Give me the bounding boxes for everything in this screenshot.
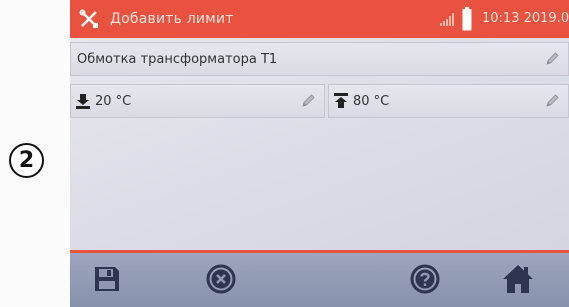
signal-icon — [440, 11, 456, 30]
bottom-toolbar — [70, 250, 569, 307]
step-number: 2 — [18, 148, 35, 173]
edit-pencil-icon[interactable] — [544, 51, 560, 71]
cancel-button[interactable] — [202, 262, 240, 300]
device-screen: Добавить лимит 10:13 2019.02.10 Обмотка … — [70, 0, 569, 307]
tools-icon — [78, 8, 100, 30]
step-number-badge: 2 — [9, 143, 44, 178]
help-icon — [410, 264, 440, 298]
edit-pencil-icon[interactable] — [544, 93, 560, 113]
lower-limit-icon — [75, 93, 91, 109]
lower-limit-field[interactable]: 20 °C — [70, 84, 325, 118]
title-bar: Добавить лимит 10:13 2019.02.10 — [70, 0, 569, 38]
lower-limit-value: 20 °C — [95, 93, 132, 109]
upper-limit-field[interactable]: 80 °C — [328, 84, 569, 118]
edit-pencil-icon[interactable] — [300, 93, 316, 113]
clock-text: 10:13 2019.02.10 — [482, 11, 569, 26]
limit-name-value: Обмотка трансформатора T1 — [77, 51, 278, 67]
battery-icon — [462, 7, 472, 35]
home-icon — [502, 264, 534, 298]
save-icon — [93, 265, 121, 297]
upper-limit-value: 80 °C — [353, 93, 390, 109]
save-button[interactable] — [88, 262, 126, 300]
limit-name-field[interactable]: Обмотка трансформатора T1 — [70, 42, 569, 76]
screen-title: Добавить лимит — [110, 11, 234, 27]
help-button[interactable] — [406, 262, 444, 300]
home-button[interactable] — [498, 262, 538, 300]
upper-limit-icon — [333, 93, 349, 109]
cancel-icon — [206, 264, 236, 298]
